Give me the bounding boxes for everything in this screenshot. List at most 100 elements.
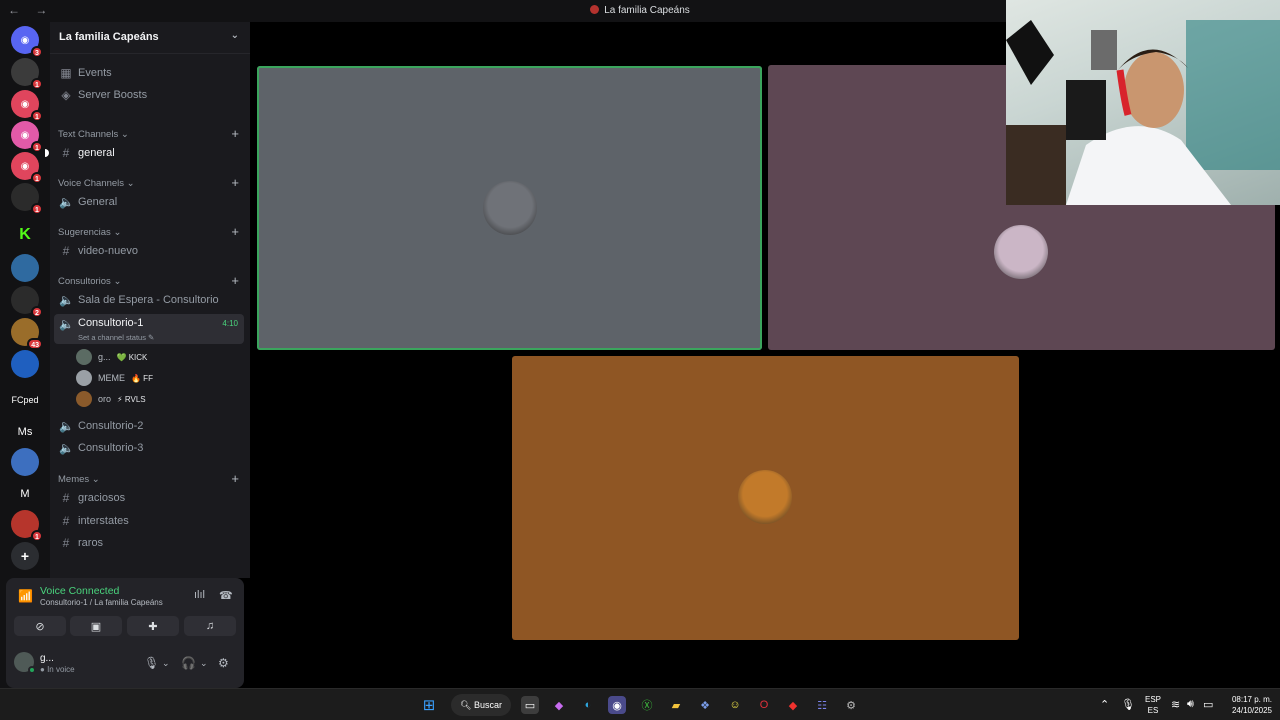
screen-share-button[interactable]: ▣: [70, 616, 122, 636]
clock[interactable]: 08:17 p. m. 24/10/2025: [1232, 694, 1272, 716]
events-link[interactable]: ▦ Events: [54, 63, 244, 83]
member-tag: ⚡ RVLS: [117, 394, 146, 404]
server-icon[interactable]: [11, 254, 39, 282]
screen-share-icon: ▣: [90, 620, 102, 633]
server-boosts-link[interactable]: ◈ Server Boosts: [54, 85, 244, 105]
chevron-down-icon[interactable]: ⌄: [162, 658, 170, 669]
participant-avatar: [483, 181, 537, 235]
copilot-icon[interactable]: ◆: [550, 696, 568, 714]
taskbar-search[interactable]: 🔍︎ Buscar: [451, 694, 511, 716]
camera-button[interactable]: ⊘: [14, 616, 66, 636]
task-view-icon[interactable]: ▭: [521, 696, 539, 714]
battery-icon[interactable]: ▭: [1203, 698, 1213, 711]
file-explorer-icon[interactable]: ▰: [667, 696, 685, 714]
channel-consultorio-3[interactable]: 🔈 Consultorio-3: [54, 438, 244, 458]
category-memes[interactable]: Memes ⌄ +: [58, 471, 242, 486]
headphones-icon[interactable]: 🎧: [181, 656, 196, 670]
noise-suppression-icon[interactable]: ılıl: [194, 589, 205, 601]
speaker-icon: 🔈: [59, 293, 74, 307]
speaker-icon: 🔈: [59, 441, 74, 455]
server-icon[interactable]: Ms: [11, 418, 39, 446]
settings-app-icon[interactable]: ⚙: [842, 696, 860, 714]
search-icon: 🔍︎: [460, 699, 472, 710]
channel-graciosos[interactable]: # graciosos: [54, 488, 244, 508]
server-icon[interactable]: 1: [11, 58, 43, 90]
username[interactable]: g...: [40, 653, 54, 664]
avatar[interactable]: [14, 652, 36, 674]
server-icon[interactable]: FCped: [10, 386, 40, 414]
notification-badge: 1: [31, 530, 43, 542]
voice-member[interactable]: g... 💚 KICK: [76, 348, 147, 366]
voice-member[interactable]: MEME 🔥 FF: [76, 369, 153, 387]
add-channel-icon[interactable]: +: [231, 471, 239, 486]
server-header[interactable]: La familia Capeáns ⌄: [50, 22, 250, 54]
add-server-button[interactable]: +: [11, 542, 39, 570]
signal-icon[interactable]: 📶: [18, 589, 33, 603]
hash-icon: #: [62, 514, 70, 528]
disconnect-icon[interactable]: ☎: [219, 589, 233, 602]
speaker-icon: 🔈: [59, 419, 74, 433]
server-icon[interactable]: M: [11, 480, 39, 508]
channel-general-voice[interactable]: 🔈 General: [54, 192, 244, 212]
voice-location[interactable]: Consultorio-1 / La familia Capeáns: [40, 598, 163, 607]
channel-interstates[interactable]: # interstates: [54, 511, 244, 531]
xbox-icon[interactable]: Ⓧ: [638, 696, 656, 714]
opera-icon[interactable]: O: [755, 696, 773, 714]
channel-sala-espera[interactable]: 🔈 Sala de Espera - Consultorio: [54, 290, 244, 310]
gear-icon[interactable]: ⚙: [218, 656, 229, 670]
language-indicator[interactable]: ESP ES: [1145, 694, 1161, 716]
volume-icon[interactable]: 🔊︎: [1187, 698, 1194, 711]
server-icon[interactable]: ◉ 3: [11, 26, 43, 58]
channel-video-nuevo[interactable]: # video-nuevo: [54, 241, 244, 261]
webcam-overlay: [1006, 0, 1280, 205]
category-sugerencias[interactable]: Sugerencias ⌄ +: [58, 224, 242, 239]
server-icon[interactable]: 1: [11, 183, 43, 215]
microphone-icon[interactable]: 🎙: [1121, 698, 1135, 711]
activities-button[interactable]: ✚: [127, 616, 179, 636]
server-icon[interactable]: K: [11, 221, 39, 249]
add-channel-icon[interactable]: +: [231, 126, 239, 141]
add-channel-icon[interactable]: +: [231, 175, 239, 190]
snapchat-icon[interactable]: ☺: [726, 696, 744, 714]
participant-tile[interactable]: [512, 356, 1019, 640]
teams-icon[interactable]: ☷: [813, 696, 831, 714]
windows-taskbar: ⊞ 🔍︎ Buscar ▭ ◆ ◐ ◉ Ⓧ ▰ ❖ ☺ O ◆ ☷ ⚙ ⌃ 🎙 …: [0, 688, 1280, 720]
channel-general-text[interactable]: # general: [45, 143, 244, 163]
microphone-icon[interactable]: 🎙: [144, 656, 159, 670]
hash-icon: #: [62, 146, 70, 160]
add-channel-icon[interactable]: +: [231, 273, 239, 288]
server-icon[interactable]: 2: [11, 286, 43, 318]
server-icon[interactable]: 1: [11, 510, 43, 542]
add-channel-icon[interactable]: +: [231, 224, 239, 239]
chevron-up-icon[interactable]: ⌃: [1100, 698, 1109, 711]
chevron-down-icon[interactable]: ⌄: [231, 30, 239, 41]
app-icon[interactable]: ❖: [696, 696, 714, 714]
server-icon[interactable]: ◉ 1: [11, 152, 43, 184]
channel-status[interactable]: Set a channel status ✎: [78, 333, 154, 342]
server-icon[interactable]: 43: [11, 318, 43, 350]
category-text-channels[interactable]: Text Channels ⌄ +: [58, 126, 242, 141]
channel-raros[interactable]: # raros: [54, 533, 244, 553]
soundboard-button[interactable]: ♫: [184, 616, 236, 636]
speaker-icon: 🔈: [59, 195, 74, 209]
notification-badge: 1: [31, 78, 43, 90]
channel-consultorio-2[interactable]: 🔈 Consultorio-2: [54, 416, 244, 436]
server-icon[interactable]: [11, 448, 39, 476]
member-name: g...: [98, 352, 111, 362]
server-icon[interactable]: ◉ 1: [11, 90, 43, 122]
wifi-icon[interactable]: ≋: [1171, 698, 1180, 711]
app-red-icon[interactable]: ◆: [784, 696, 802, 714]
windows-start-icon[interactable]: ⊞: [420, 696, 438, 714]
category-consultorios[interactable]: Consultorios ⌄ +: [58, 273, 242, 288]
server-icon[interactable]: [11, 350, 39, 378]
discord-taskbar-icon[interactable]: ◉: [608, 696, 626, 714]
server-icon: [590, 5, 600, 14]
voice-member[interactable]: oro ⚡ RVLS: [76, 390, 146, 408]
participant-tile[interactable]: [257, 66, 762, 350]
server-icon[interactable]: ◉ 1: [11, 121, 43, 153]
category-voice-channels[interactable]: Voice Channels ⌄ +: [58, 175, 242, 190]
channel-consultorio-1[interactable]: 🔈 Consultorio-1 4:10 Set a channel statu…: [54, 314, 244, 344]
avatar: [76, 370, 92, 386]
edge-icon[interactable]: ◐: [579, 696, 597, 714]
chevron-down-icon[interactable]: ⌄: [200, 658, 208, 669]
